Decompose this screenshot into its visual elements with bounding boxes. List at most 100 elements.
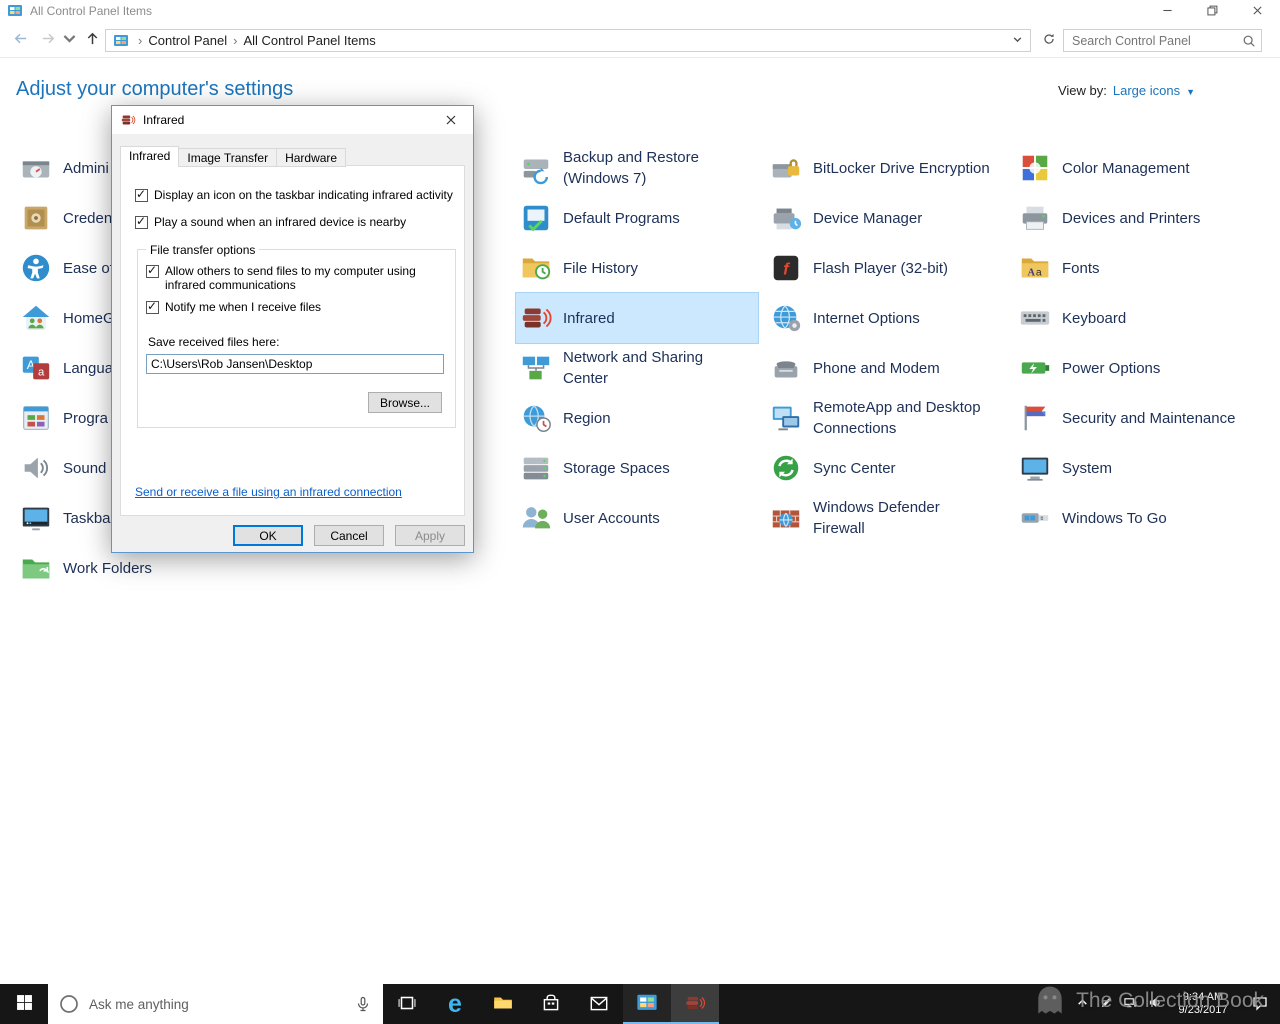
restore-button[interactable] [1190,0,1235,22]
control-panel-item-label: User Accounts [563,509,660,527]
taskbar-icon-checkbox[interactable]: ✓ [135,187,148,202]
address-bar[interactable]: › Control Panel › All Control Panel Item… [105,29,1031,52]
chevron-down-icon[interactable]: ▼ [1186,87,1195,97]
breadcrumb-current[interactable]: All Control Panel Items [243,33,375,48]
notify-checkbox[interactable]: ✓ [146,299,159,314]
minimize-icon [1162,4,1173,19]
show-hidden-icons-button[interactable] [1070,984,1094,1024]
infrared-icon [519,301,553,335]
control-panel-item[interactable]: RemoteApp and Desktop Connections [766,393,1016,443]
control-panel-item-label: Security and Maintenance [1062,409,1236,427]
administrative-tools-icon [19,151,53,185]
pen-tray-button[interactable] [1094,984,1118,1024]
control-panel-item[interactable]: Aa Fonts [1015,243,1273,293]
control-panel-item[interactable]: File History [516,243,758,293]
control-panel-item-label: Devices and Printers [1062,209,1201,227]
search-input[interactable] [1064,30,1261,51]
infrared-taskbar-button[interactable] [671,984,719,1024]
tab-hardware[interactable]: Hardware [276,148,347,167]
store-button[interactable] [527,984,575,1024]
control-panel-taskbar-button[interactable] [623,984,671,1024]
credential-manager-icon [19,201,53,235]
control-panel-item[interactable]: Sync Center [766,443,1016,493]
control-panel-item[interactable]: Default Programs [516,193,758,243]
task-view-button[interactable] [383,984,431,1024]
control-panel-item-label: File History [563,259,639,277]
control-panel-item-label: Region [563,409,611,427]
control-panel-item[interactable]: Keyboard [1015,293,1273,343]
cortana-search-box[interactable] [48,984,383,1024]
action-center-button[interactable] [1240,984,1280,1024]
minimize-button[interactable] [1145,0,1190,22]
mail-envelope-icon [588,992,610,1017]
allow-send-checkbox[interactable]: ✓ [146,263,159,278]
send-receive-file-link[interactable]: Send or receive a file using an infrared… [135,485,402,499]
network-icon [1123,996,1137,1012]
infrared-icon [684,992,706,1017]
control-panel-item[interactable]: Infrared [515,292,759,344]
tab-image-transfer[interactable]: Image Transfer [178,148,278,167]
save-location-field[interactable] [146,354,444,374]
control-panel-item[interactable]: Windows To Go [1015,493,1273,543]
browse-button[interactable]: Browse... [368,392,442,413]
microphone-icon[interactable] [355,996,371,1012]
view-by-value[interactable]: Large icons [1113,83,1180,98]
control-panel-item[interactable]: BitLocker Drive Encryption [766,143,1016,193]
control-panel-item-label: Windows To Go [1062,509,1167,527]
control-panel-item[interactable]: Region [516,393,758,443]
control-panel-item[interactable]: Windows Defender Firewall [766,493,1016,543]
address-dropdown-button[interactable] [1008,32,1026,50]
control-panel-item[interactable]: Security and Maintenance [1015,393,1273,443]
cortana-search-input[interactable] [89,996,343,1012]
control-panel-item[interactable]: User Accounts [516,493,758,543]
mail-button[interactable] [575,984,623,1024]
control-panel-item[interactable]: Network and Sharing Center [516,343,758,393]
taskbar-icon-checkbox-label: Display an icon on the taskbar indicatin… [154,188,453,202]
control-panel-item[interactable]: Device Manager [766,193,1016,243]
taskbar-clock[interactable]: 9:34 AM 9/23/2017 [1166,991,1240,1017]
control-panel-item[interactable]: Internet Options [766,293,1016,343]
recent-pages-dropdown[interactable] [61,28,77,52]
file-explorer-button[interactable] [479,984,527,1024]
volume-tray-button[interactable] [1142,984,1166,1024]
control-panel-item[interactable]: Storage Spaces [516,443,758,493]
dialog-close-button[interactable] [428,106,473,134]
breadcrumb-control-panel[interactable]: Control Panel [148,33,227,48]
system-icon [1018,451,1052,485]
sound-icon [19,451,53,485]
security-maintenance-icon [1018,401,1052,435]
control-panel-item[interactable]: f Flash Player (32-bit) [766,243,1016,293]
forward-button[interactable] [36,28,60,52]
control-panel-item[interactable]: Devices and Printers [1015,193,1273,243]
close-icon [1252,4,1263,19]
network-sharing-center-icon [519,351,553,385]
group-title: File transfer options [146,243,260,257]
edge-button[interactable]: e [431,984,479,1024]
back-button[interactable] [8,28,32,52]
window-title: All Control Panel Items [30,4,153,18]
start-button[interactable] [0,984,48,1024]
close-button[interactable] [1235,0,1280,22]
control-panel-item-label: System [1062,459,1113,477]
control-panel-item[interactable]: Color Management [1015,143,1273,193]
refresh-button[interactable] [1037,29,1060,52]
control-panel-item[interactable]: System [1015,443,1273,493]
checkmark-icon: ✓ [136,214,147,228]
play-sound-checkbox[interactable]: ✓ [135,214,148,229]
control-panel-item[interactable]: Phone and Modem [766,343,1016,393]
up-button[interactable] [80,28,104,52]
chevron-down-icon [1012,33,1023,48]
apply-button[interactable]: Apply [395,525,465,546]
ok-button[interactable]: OK [233,525,303,546]
control-panel-item-label: Creden [63,209,113,227]
control-panel-item[interactable]: Power Options [1015,343,1273,393]
control-panel-item-label: Sync Center [813,459,896,477]
language-icon: Aa [19,351,53,385]
cancel-button[interactable]: Cancel [314,525,384,546]
network-tray-button[interactable] [1118,984,1142,1024]
tab-infrared[interactable]: Infrared [120,146,180,167]
dialog-titlebar[interactable]: Infrared [112,106,473,134]
control-panel-item[interactable]: Backup and Restore (Windows 7) [516,143,758,193]
file-history-icon [519,251,553,285]
view-by-control: View by: Large icons ▼ [1058,83,1195,98]
